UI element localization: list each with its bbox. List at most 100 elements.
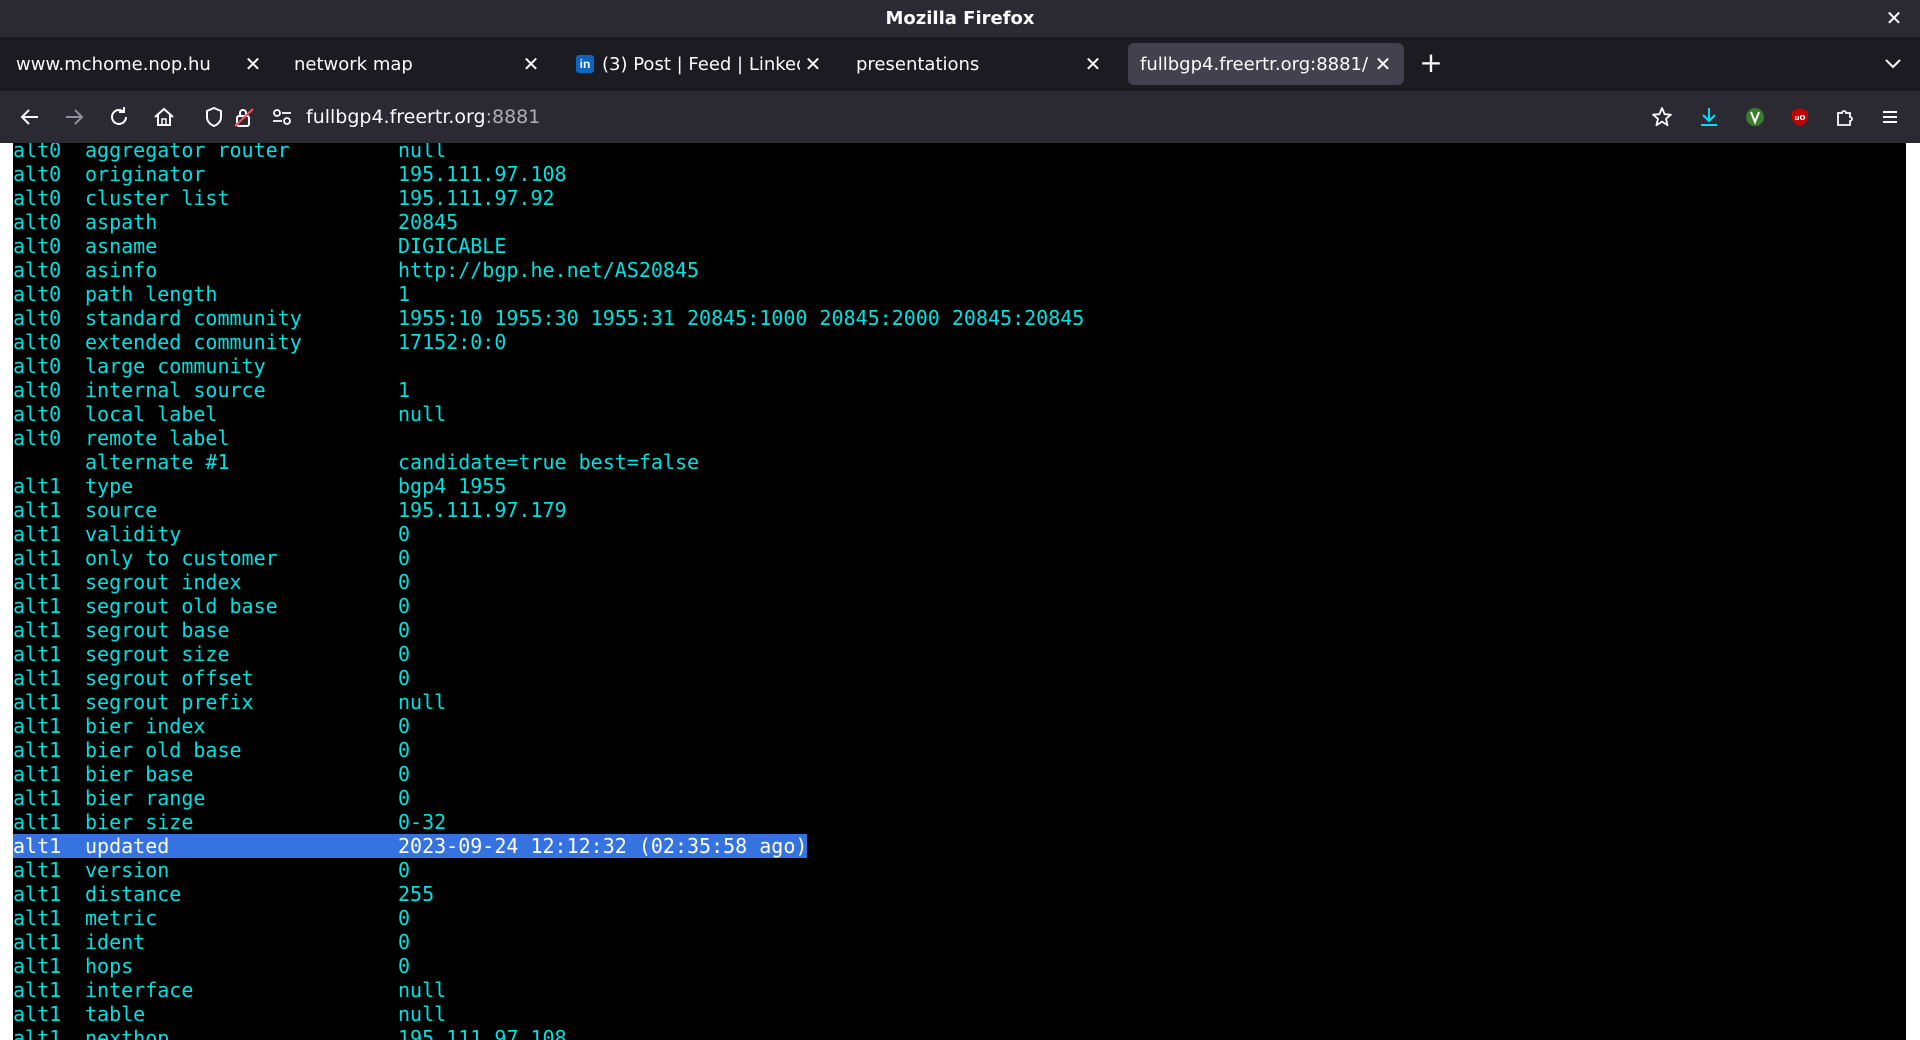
terminal-line: alt1 nexthop 195.111.97.108 bbox=[13, 1026, 1084, 1040]
line-key: bier base bbox=[85, 762, 194, 786]
line-key: source bbox=[85, 498, 158, 522]
line-prefix: alt1 bbox=[13, 570, 62, 594]
tab-label: network map bbox=[294, 53, 413, 75]
tab-close-icon[interactable]: ✕ bbox=[240, 51, 266, 77]
line-value: bgp4 1955 bbox=[398, 474, 507, 498]
line-key: asname bbox=[85, 234, 158, 258]
list-all-tabs-button[interactable] bbox=[1878, 45, 1908, 81]
line-value: 255 bbox=[398, 882, 435, 906]
tab-linkedin[interactable]: in (3) Post | Feed | LinkedIn ✕ bbox=[564, 43, 834, 85]
tab-close-icon[interactable]: ✕ bbox=[800, 51, 826, 77]
permissions-icon bbox=[273, 109, 291, 125]
extensions-button[interactable] bbox=[1827, 99, 1863, 135]
line-key: updated bbox=[85, 834, 398, 858]
tab-fullbgp4[interactable]: fullbgp4.freertr.org:8881/ ✕ bbox=[1128, 43, 1404, 85]
line-prefix: alt0 bbox=[13, 426, 62, 450]
line-value: 0 bbox=[398, 642, 411, 666]
terminal-line: alt0 originator 195.111.97.108 bbox=[13, 162, 1084, 186]
line-prefix: alt1 bbox=[13, 1002, 62, 1026]
line-key: aggregator router bbox=[85, 143, 290, 162]
extension-privacy-button[interactable] bbox=[1737, 99, 1773, 135]
line-key: hops bbox=[85, 954, 134, 978]
line-prefix: alt1 bbox=[13, 690, 62, 714]
puzzle-piece-icon bbox=[1837, 110, 1853, 126]
svg-text:uO: uO bbox=[1795, 114, 1806, 122]
line-prefix: alt0 bbox=[13, 306, 62, 330]
tab-close-icon[interactable]: ✕ bbox=[1080, 51, 1106, 77]
back-button[interactable] bbox=[12, 99, 48, 135]
terminal-line: alt0 large community bbox=[13, 354, 1084, 378]
terminal-line: alt0 asname DIGICABLE bbox=[13, 234, 1084, 258]
line-key: segrout offset bbox=[85, 666, 254, 690]
line-key: alternate #1 bbox=[85, 450, 230, 474]
terminal-line: alt0 aggregator router null bbox=[13, 143, 1084, 162]
line-value: 0 bbox=[398, 546, 411, 570]
site-security-button[interactable] bbox=[226, 99, 262, 135]
line-prefix: alt0 bbox=[13, 234, 62, 258]
line-value: 0 bbox=[398, 594, 411, 618]
line-prefix: alt0 bbox=[13, 162, 62, 186]
privacy-badger-icon bbox=[1746, 108, 1764, 126]
line-key: segrout prefix bbox=[85, 690, 254, 714]
line-value: 1 bbox=[398, 282, 411, 306]
url-port: :8881 bbox=[485, 106, 541, 128]
tab-close-icon[interactable]: ✕ bbox=[1370, 51, 1396, 77]
insecure-lock-icon bbox=[234, 108, 254, 127]
terminal-line: alt1 metric 0 bbox=[13, 906, 1084, 930]
tab-mchome[interactable]: www.mchome.nop.hu ✕ bbox=[4, 43, 274, 85]
line-prefix: alt1 bbox=[13, 594, 62, 618]
line-value: candidate=true best=false bbox=[398, 450, 700, 474]
line-value: 0 bbox=[398, 618, 411, 642]
line-value: null bbox=[398, 143, 447, 162]
line-key: bier old base bbox=[85, 738, 242, 762]
close-window-icon[interactable]: ✕ bbox=[1882, 6, 1906, 30]
line-prefix: alt0 bbox=[13, 378, 62, 402]
line-key: segrout index bbox=[85, 570, 242, 594]
line-key: large community bbox=[85, 354, 266, 378]
terminal-line: alt1 segrout base 0 bbox=[13, 618, 1084, 642]
bookmark-button[interactable] bbox=[1644, 99, 1680, 135]
application-menu-button[interactable] bbox=[1872, 99, 1908, 135]
line-key: ident bbox=[85, 930, 146, 954]
line-prefix: alt1 bbox=[13, 474, 62, 498]
forward-button[interactable] bbox=[56, 99, 92, 135]
terminal-line: alt0 path length 1 bbox=[13, 282, 1084, 306]
downloads-button[interactable] bbox=[1691, 99, 1727, 135]
line-key: only to customer bbox=[85, 546, 278, 570]
terminal-line: alt1 version 0 bbox=[13, 858, 1084, 882]
line-key: nexthop bbox=[85, 1026, 170, 1040]
extension-ublock-button[interactable]: uO bbox=[1782, 99, 1818, 135]
tab-presentations[interactable]: presentations ✕ bbox=[844, 43, 1114, 85]
address-bar[interactable]: fullbgp4.freertr.org:8881 bbox=[196, 98, 1676, 136]
line-value: 0 bbox=[398, 906, 411, 930]
line-prefix: alt0 bbox=[13, 186, 62, 210]
line-prefix: alt0 bbox=[13, 143, 62, 162]
line-prefix: alt1 bbox=[13, 738, 62, 762]
line-key: version bbox=[85, 858, 170, 882]
line-value: 0 bbox=[398, 714, 411, 738]
window-title: Mozilla Firefox bbox=[885, 8, 1035, 29]
line-key: distance bbox=[85, 882, 182, 906]
terminal-line: alt1 only to customer 0 bbox=[13, 546, 1084, 570]
permissions-button[interactable] bbox=[264, 99, 300, 135]
line-prefix: alt1 bbox=[13, 978, 62, 1002]
line-prefix: alt0 bbox=[13, 354, 62, 378]
reload-button[interactable] bbox=[101, 99, 137, 135]
terminal-output[interactable]: alt0 aggregator router null alt0 originator 1… bbox=[13, 143, 1906, 1040]
tab-network-map[interactable]: network map ✕ bbox=[282, 43, 552, 85]
new-tab-button[interactable]: + bbox=[1416, 45, 1446, 81]
route-detail-lines: alt0 aggregator router null alt0 originator 1… bbox=[13, 143, 1084, 1040]
reload-icon bbox=[111, 107, 127, 125]
line-prefix: alt1 bbox=[13, 618, 62, 642]
terminal-line: alt0 local label null bbox=[13, 402, 1084, 426]
tab-close-icon[interactable]: ✕ bbox=[518, 51, 544, 77]
hamburger-menu-icon bbox=[1883, 111, 1897, 123]
url-text[interactable]: fullbgp4.freertr.org:8881 bbox=[306, 98, 540, 136]
line-value: 2023-09-24 12:12:32 (02:35:58 ago) bbox=[398, 834, 808, 858]
line-key: validity bbox=[85, 522, 182, 546]
terminal-line: alt1 validity 0 bbox=[13, 522, 1084, 546]
home-button[interactable] bbox=[146, 99, 182, 135]
terminal-line: alternate #1 candidate=true best=false bbox=[13, 450, 1084, 474]
line-prefix: alt1 bbox=[13, 762, 62, 786]
line-value: 1955:10 1955:30 1955:31 20845:1000 20845… bbox=[398, 306, 1085, 330]
